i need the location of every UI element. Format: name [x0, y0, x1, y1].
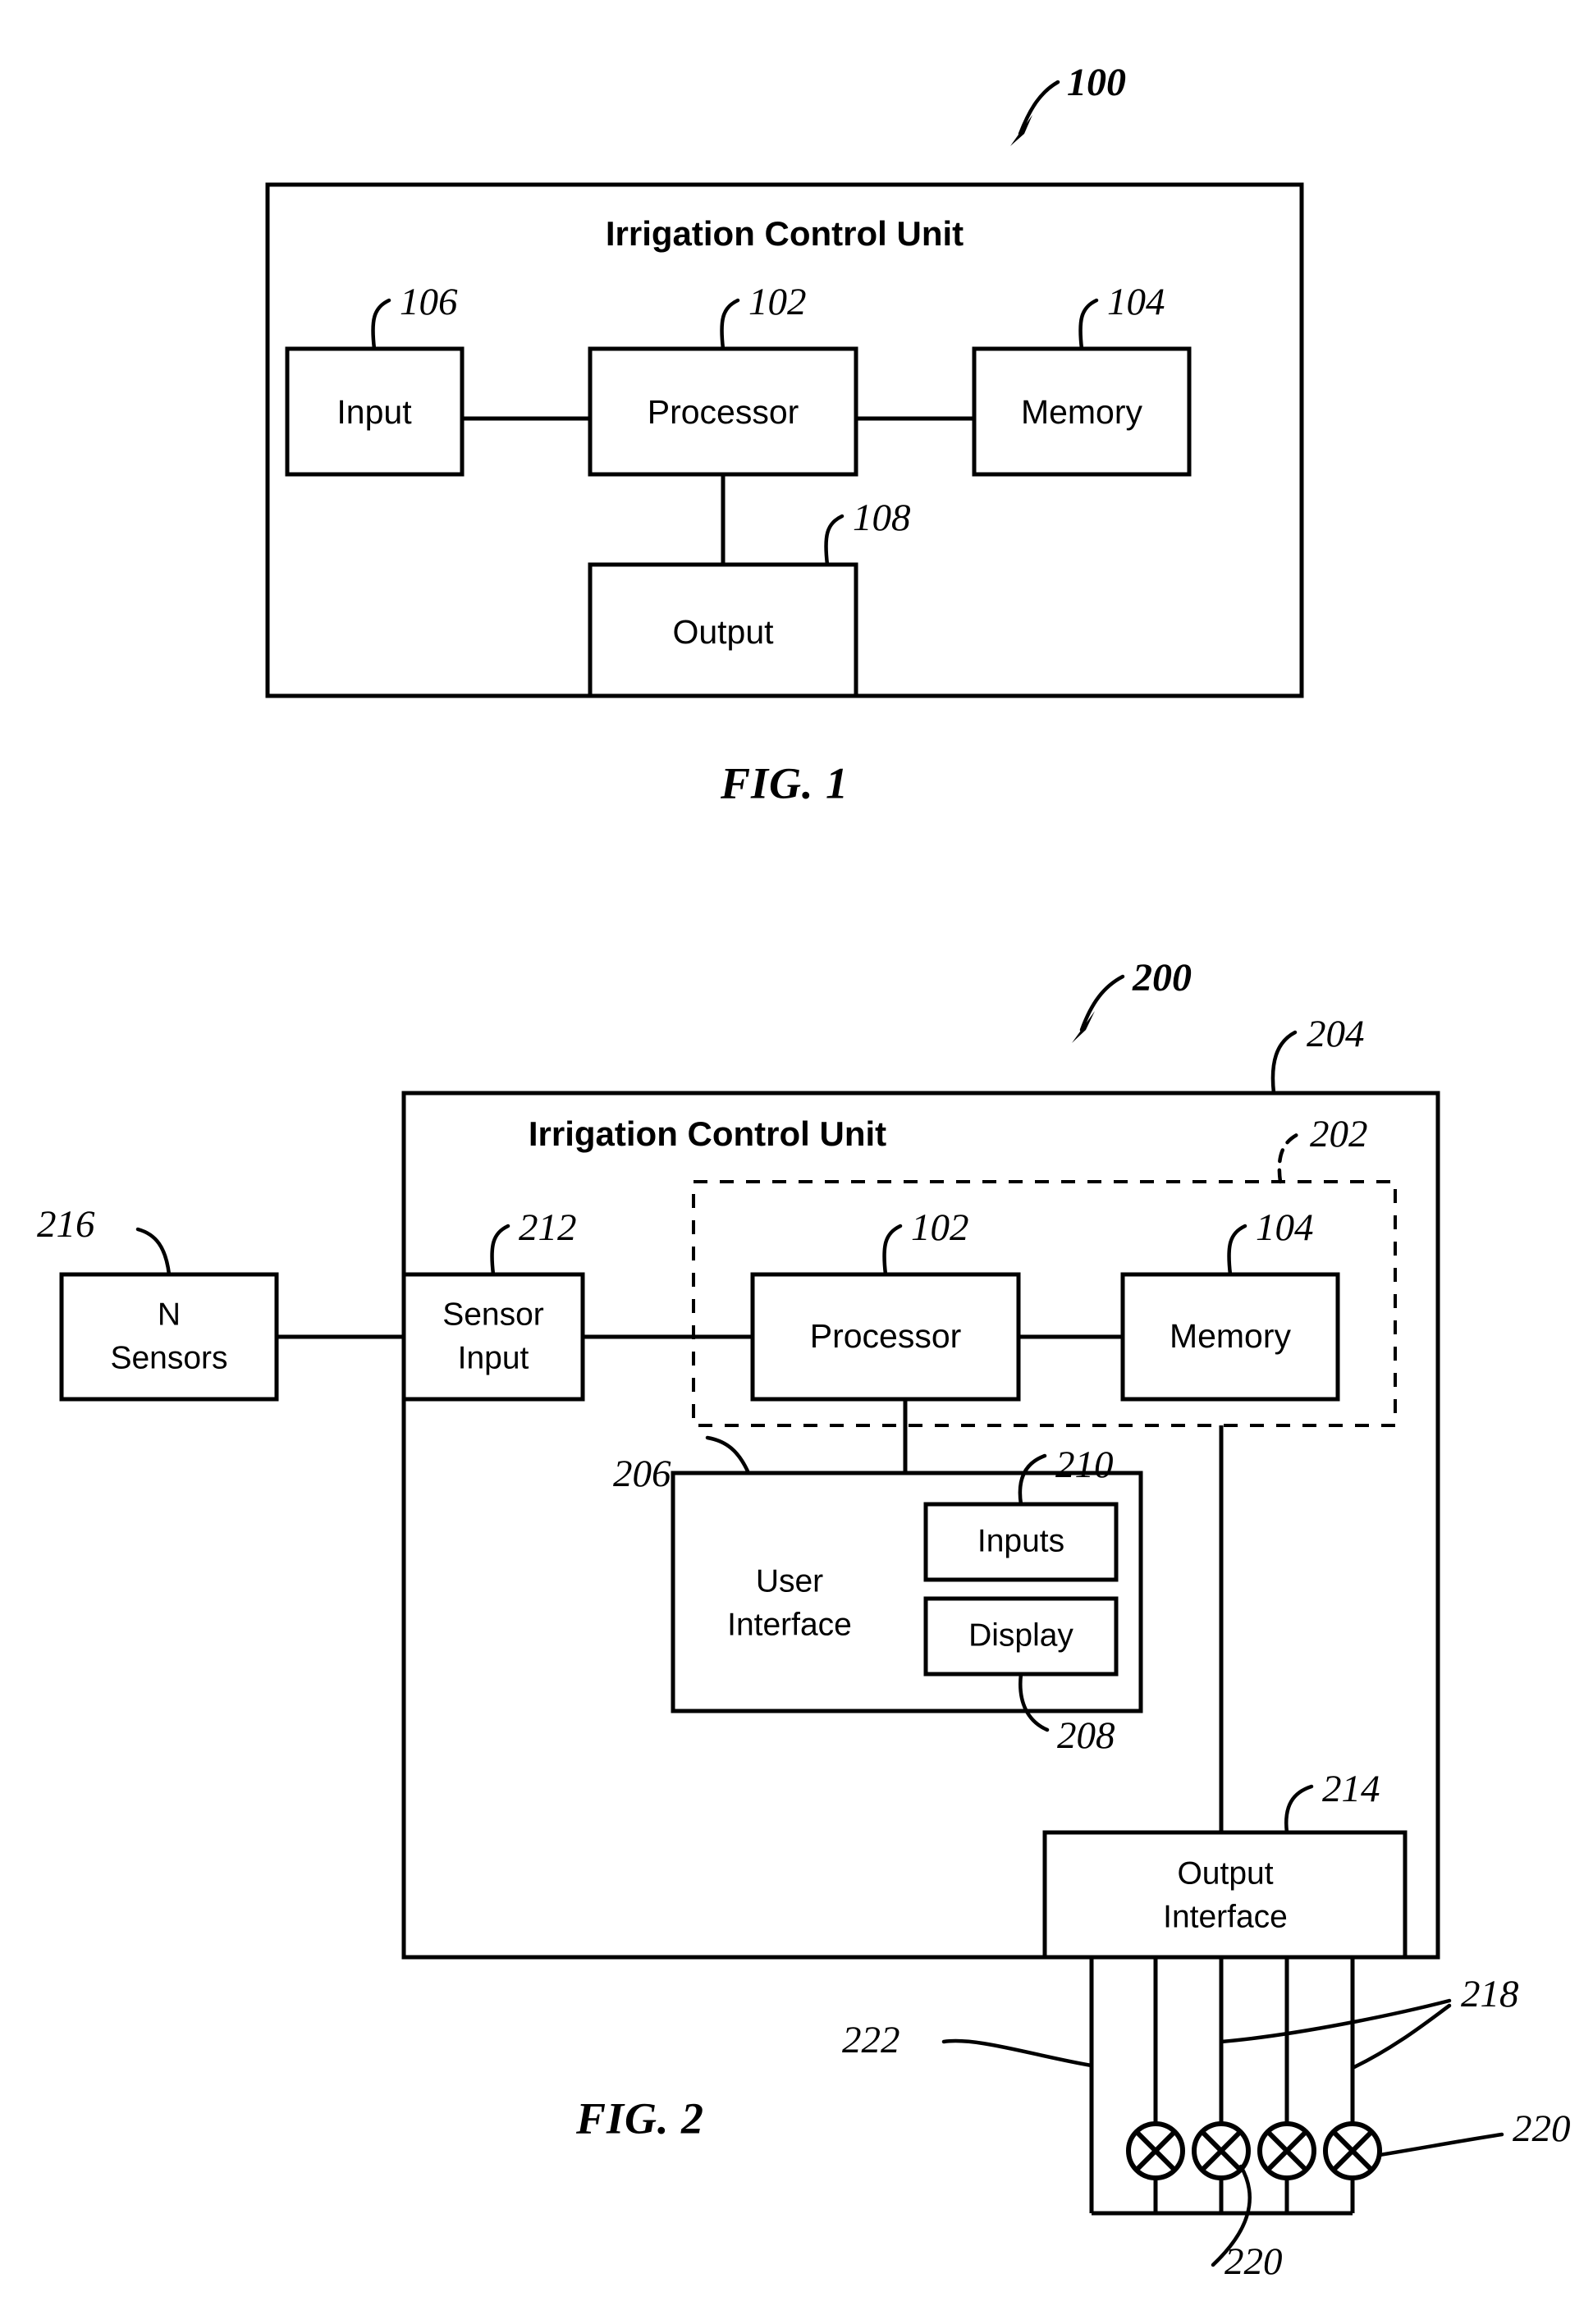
- fig2-ref-220-bottom-label: 220: [1225, 2240, 1283, 2283]
- fig2-ref-210-label: 210: [1055, 1443, 1114, 1486]
- fig2-ref-104-label: 104: [1256, 1206, 1314, 1249]
- fig2-ref-102-label: 102: [911, 1206, 969, 1249]
- fig2-block-inputs-label: Inputs: [977, 1523, 1064, 1558]
- fig2-ref-214-label: 214: [1322, 1768, 1380, 1810]
- fig2-block-display-label: Display: [968, 1617, 1073, 1653]
- fig1-block-output-label: Output: [672, 613, 774, 651]
- ref-200-label: 200: [1132, 956, 1192, 1000]
- fig2-ref-216-leader: [135, 1227, 172, 1277]
- fig2-ref-220-right-label: 220: [1513, 2107, 1571, 2150]
- fig2-block-sensor-input-label-2: Input: [458, 1340, 529, 1375]
- fig2-block-n-sensors-label-2: Sensors: [110, 1340, 227, 1375]
- fig1-caption: FIG. 1: [720, 758, 849, 807]
- fig2-ref-204-leader: [1270, 1030, 1298, 1096]
- fig2-ref-216-label: 216: [37, 1203, 95, 1246]
- valve-symbol-4: [1323, 2121, 1382, 2180]
- fig1-unit-title: Irrigation Control Unit: [606, 214, 964, 253]
- fig2-block-sensor-input: [401, 1272, 585, 1402]
- fig2-ref-222-leader: [941, 2038, 1094, 2068]
- fig2-unit-title: Irrigation Control Unit: [529, 1114, 886, 1153]
- fig2-block-processor-label: Processor: [810, 1317, 962, 1355]
- fig2-block-user-interface-label-2: Interface: [727, 1607, 852, 1642]
- valve-symbol-3: [1257, 2121, 1316, 2180]
- fig2-block-output-interface: [1042, 1830, 1408, 1960]
- patent-figures-svg: 100 Irrigation Control Unit Input 106 Pr…: [37, 61, 1571, 2283]
- fig2-ref-202-label: 202: [1310, 1113, 1368, 1155]
- fig2-block-memory-label: Memory: [1170, 1317, 1292, 1355]
- figure-1: 100 Irrigation Control Unit Input 106 Pr…: [265, 61, 1304, 807]
- ref-100-leader: [1010, 80, 1060, 146]
- fig2-ref-222-label: 222: [842, 2019, 900, 2061]
- fig2-ref-218-leader: [1219, 1998, 1452, 2070]
- fig2-block-n-sensors: [59, 1272, 279, 1402]
- patent-drawing-sheet: 100 Irrigation Control Unit Input 106 Pr…: [0, 0, 1593, 2324]
- fig2-ref-206-label: 206: [613, 1452, 671, 1495]
- fig1-block-processor-label: Processor: [648, 393, 799, 431]
- fig1-ref-102-label: 102: [748, 281, 807, 323]
- fig1-ref-106-label: 106: [400, 281, 458, 323]
- ref-200-leader: [1072, 974, 1125, 1043]
- fig1-block-memory-label: Memory: [1021, 393, 1143, 431]
- ref-100-label: 100: [1067, 61, 1126, 104]
- fig2-valve-wiring: [1089, 1957, 1382, 2216]
- fig2-ref-212-label: 212: [519, 1206, 577, 1249]
- fig1-block-input-label: Input: [336, 393, 412, 431]
- fig2-block-user-interface-label-1: User: [756, 1563, 823, 1599]
- fig2-block-sensor-input-label-1: Sensor: [442, 1297, 544, 1332]
- fig2-caption: FIG. 2: [575, 2093, 704, 2143]
- fig1-ref-108-label: 108: [853, 496, 911, 539]
- fig2-ref-218-label: 218: [1461, 1973, 1519, 2015]
- figure-2: 200 204 Irrigation Control Unit 202 N Se…: [37, 956, 1571, 2283]
- valve-symbol-1: [1126, 2121, 1185, 2180]
- fig2-ref-204-label: 204: [1307, 1013, 1365, 1055]
- fig2-block-n-sensors-label-1: N: [158, 1297, 181, 1332]
- valve-symbol-2: [1192, 2121, 1251, 2180]
- fig2-ref-220-right-leader: [1377, 2132, 1504, 2157]
- fig1-ref-104-label: 104: [1107, 281, 1165, 323]
- fig2-block-output-interface-label-1: Output: [1177, 1855, 1273, 1891]
- fig2-block-output-interface-label-2: Interface: [1163, 1899, 1288, 1934]
- fig2-ref-208-label: 208: [1057, 1714, 1115, 1757]
